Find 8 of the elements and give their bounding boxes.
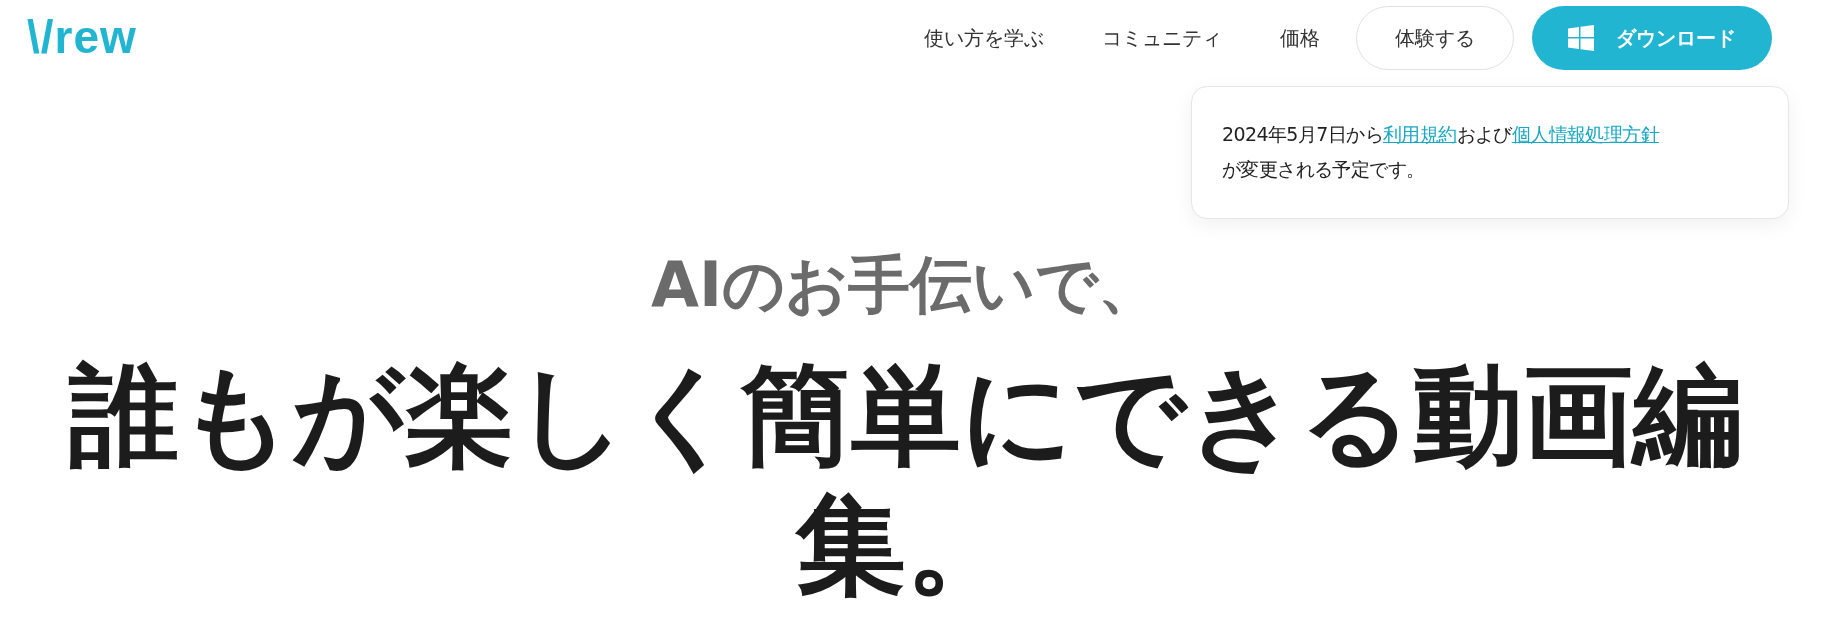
nav-link[interactable]: 使い方を学ぶ (924, 24, 1044, 52)
windows-icon (1568, 25, 1594, 51)
try-button[interactable]: 体験する (1356, 6, 1514, 70)
notice-text: 2024年5月7日から利用規約および個人情報処理方針 が変更される予定です。 (1222, 122, 1661, 182)
nav-link[interactable]: 価格 (1280, 24, 1320, 52)
nav-link[interactable]: コミュニティ (1102, 24, 1222, 52)
hero-title: 誰もが楽しく簡単にできる動画編集。 (67, 350, 1744, 610)
hero-subtitle: AIのお手伝いで、 (650, 250, 1161, 320)
